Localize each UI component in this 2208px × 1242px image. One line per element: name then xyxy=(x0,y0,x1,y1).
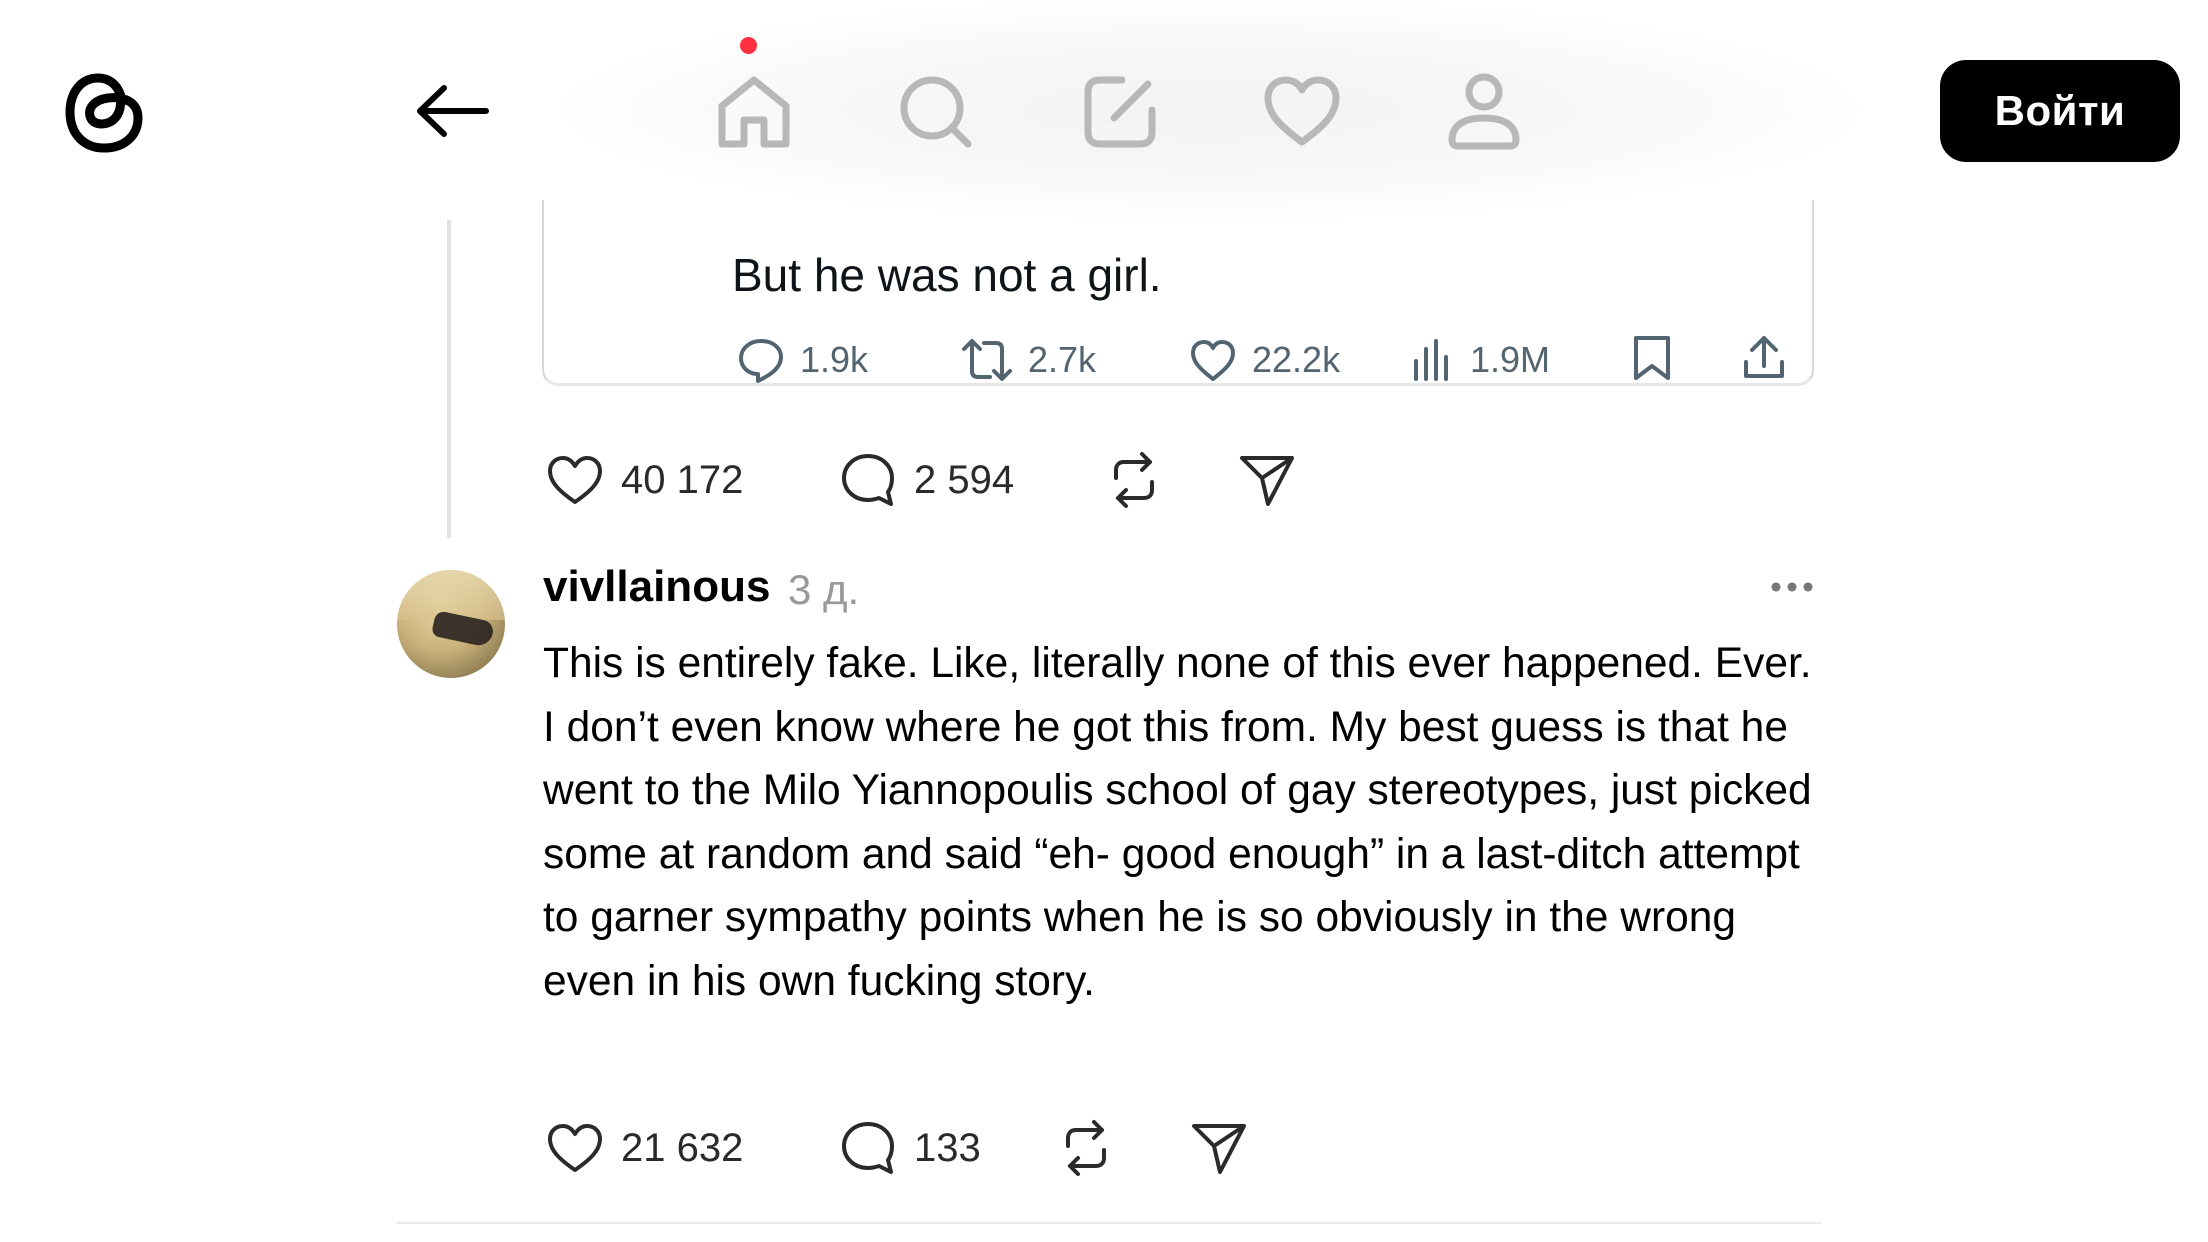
retweet-icon xyxy=(962,339,1012,381)
search-icon[interactable] xyxy=(894,70,978,154)
post-body-text: This is entirely fake. Like, literally n… xyxy=(543,640,1812,1005)
heart-outline-icon xyxy=(548,456,602,504)
send-icon[interactable] xyxy=(1238,452,1296,508)
repost-icon[interactable] xyxy=(1104,450,1164,510)
views-chart-icon xyxy=(1414,339,1448,381)
post-divider xyxy=(397,1222,1821,1224)
comment-bubble-icon xyxy=(842,454,894,506)
back-arrow-icon[interactable] xyxy=(412,80,492,142)
post-username[interactable]: vivllainous xyxy=(543,562,770,612)
share-upload-icon xyxy=(1744,336,1784,378)
post-timestamp: 3 д. xyxy=(788,566,860,613)
profile-icon[interactable] xyxy=(1442,70,1526,154)
embedded-views-count: 1.9M xyxy=(1410,330,1550,390)
parent-comment-count: 2 594 xyxy=(914,457,1015,502)
top-bar: Войти xyxy=(0,0,2208,220)
embedded-likes-label: 22.2k xyxy=(1252,339,1341,380)
threads-logo-icon[interactable] xyxy=(58,62,150,160)
reply-like-count: 21 632 xyxy=(621,1125,744,1170)
embedded-retweets-label: 2.7k xyxy=(1028,339,1097,380)
embedded-views-label: 1.9M xyxy=(1470,339,1551,380)
login-button[interactable]: Войти xyxy=(1940,60,2180,162)
thread-connector-line xyxy=(447,220,451,538)
embedded-likes-count: 22.2k xyxy=(1188,330,1340,390)
heart-outline-icon xyxy=(548,1124,602,1172)
reply-like-button[interactable]: 21 632 xyxy=(545,1118,743,1178)
comment-bubble-icon xyxy=(842,1122,894,1174)
embedded-retweets-count: 2.7k xyxy=(960,330,1096,390)
like-icon xyxy=(1191,340,1235,381)
repost-icon[interactable] xyxy=(1056,1118,1116,1178)
embedded-replies-count: 1.9k xyxy=(736,330,868,390)
parent-comment-button[interactable]: 2 594 xyxy=(838,450,1014,510)
embedded-tweet-text: But he was not a girl. xyxy=(732,249,1162,301)
compose-icon[interactable] xyxy=(1078,70,1162,154)
reply-comment-button[interactable]: 133 xyxy=(838,1118,981,1178)
bookmark-icon xyxy=(1634,336,1670,380)
parent-like-button[interactable]: 40 172 xyxy=(545,450,743,510)
notification-dot xyxy=(740,37,757,54)
reply-comment-count: 133 xyxy=(914,1125,981,1170)
parent-like-count: 40 172 xyxy=(621,457,744,502)
home-icon[interactable] xyxy=(712,70,796,154)
avatar[interactable] xyxy=(397,570,505,678)
embedded-replies-label: 1.9k xyxy=(800,339,869,380)
send-icon[interactable] xyxy=(1190,1120,1248,1176)
heart-icon[interactable] xyxy=(1260,70,1344,154)
more-options-icon[interactable] xyxy=(1770,580,1814,594)
reply-icon xyxy=(739,339,783,383)
